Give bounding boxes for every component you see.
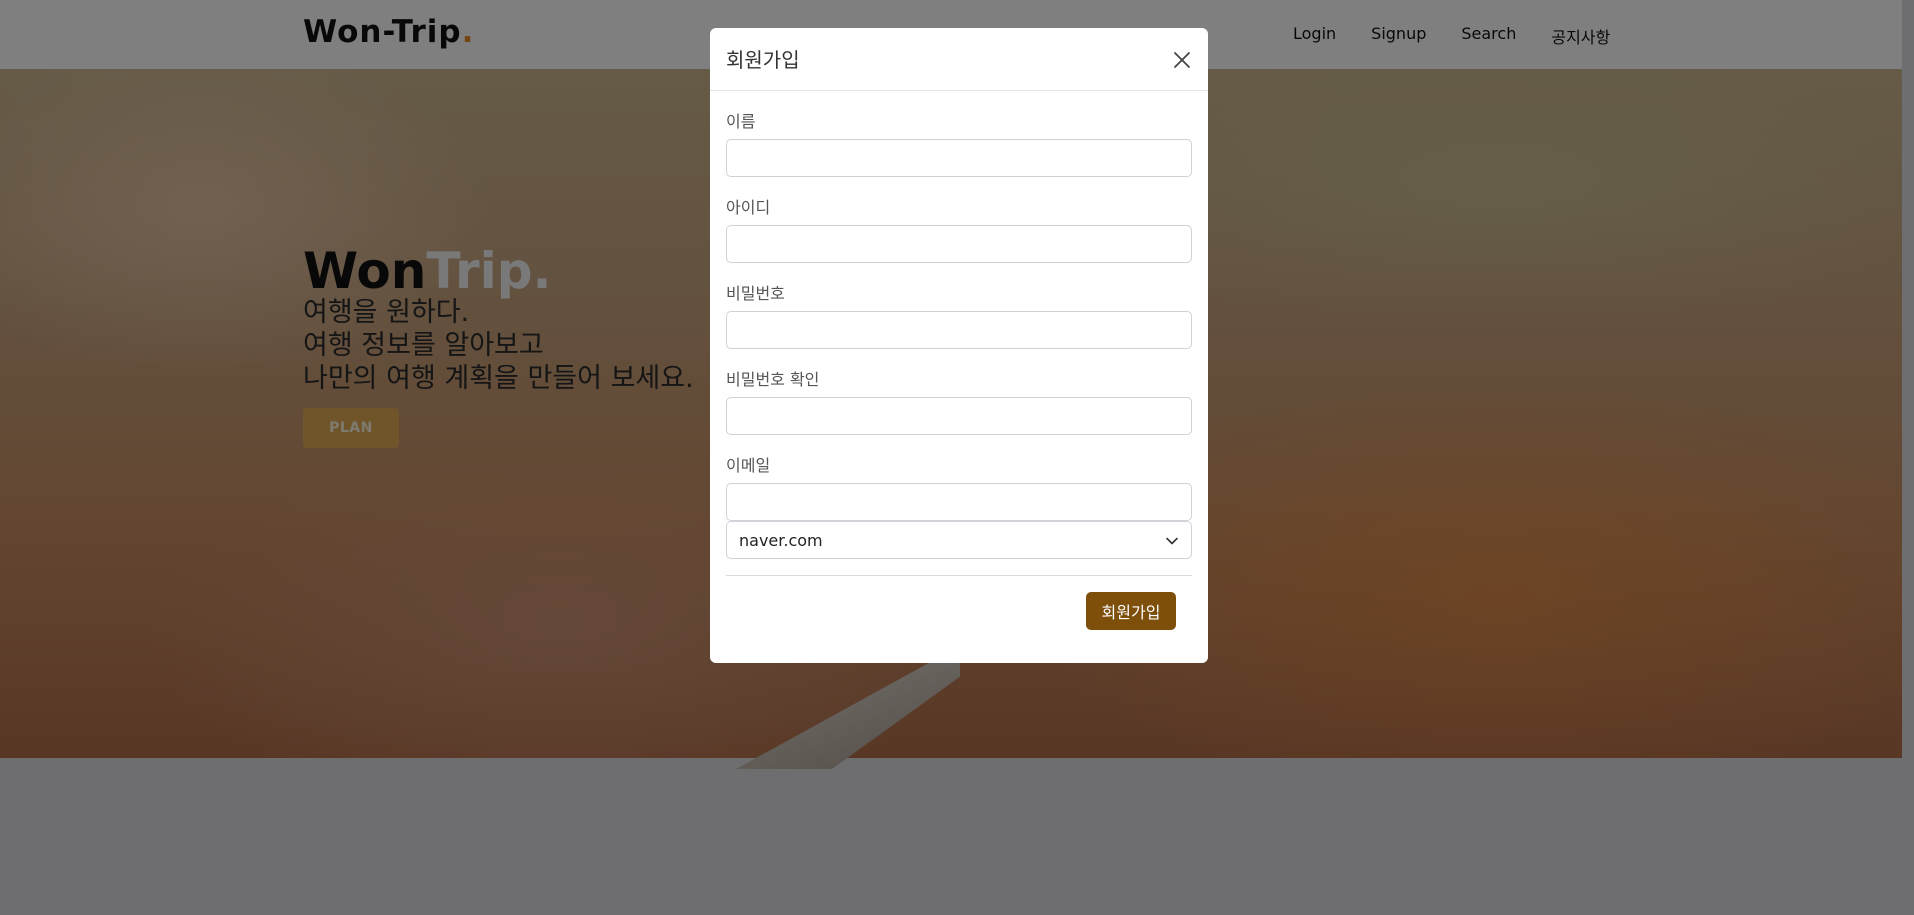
signup-modal: 회원가입 이름 아이디 비밀번호 비밀번호 확인 이메일 naver.com 회… <box>710 28 1208 663</box>
name-input[interactable] <box>726 139 1192 177</box>
name-label: 이름 <box>726 112 756 131</box>
user-id-input[interactable] <box>726 225 1192 263</box>
password-label: 비밀번호 <box>726 284 785 303</box>
modal-header: 회원가입 <box>710 28 1208 91</box>
password-input[interactable] <box>726 311 1192 349</box>
chevron-down-icon <box>1166 537 1178 545</box>
close-icon <box>1174 52 1190 68</box>
signup-submit-button[interactable]: 회원가입 <box>1086 592 1176 630</box>
email-domain-select[interactable]: naver.com <box>726 521 1192 559</box>
email-domain-value: naver.com <box>739 531 823 550</box>
password-confirm-label: 비밀번호 확인 <box>726 370 820 389</box>
modal-title: 회원가입 <box>726 48 800 72</box>
password-confirm-input[interactable] <box>726 397 1192 435</box>
email-input[interactable] <box>726 483 1192 521</box>
modal-footer-divider <box>726 575 1192 576</box>
close-button[interactable] <box>1170 48 1194 72</box>
user-id-label: 아이디 <box>726 198 771 217</box>
email-label: 이메일 <box>726 456 771 475</box>
